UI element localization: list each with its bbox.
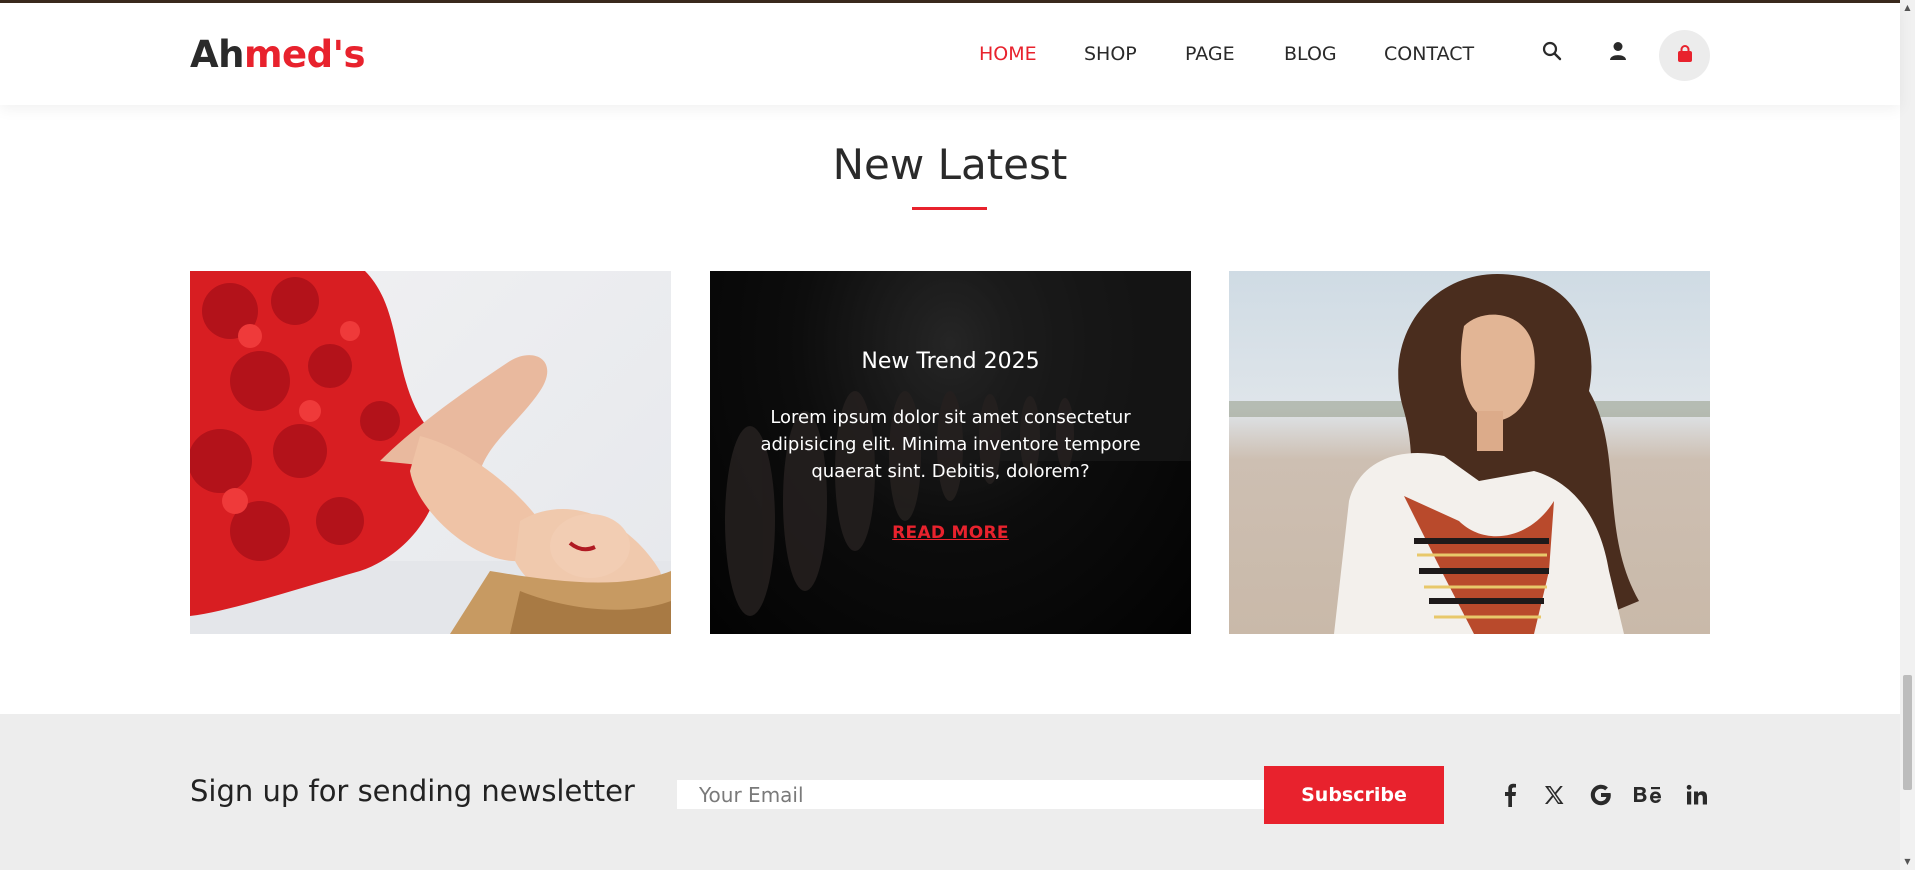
logo-text-dark: Ah: [190, 33, 244, 76]
nav-blog[interactable]: BLOG: [1284, 43, 1337, 65]
cart-button[interactable]: [1659, 30, 1710, 81]
section-title: New Latest: [832, 140, 1068, 189]
blog-card-image-3[interactable]: [1229, 271, 1710, 634]
scroll-up-arrow-icon[interactable]: ▲: [1903, 3, 1912, 12]
read-more-link[interactable]: READ MORE: [892, 523, 1009, 543]
blog-card-featured[interactable]: New Trend 2025 Lorem ipsum dolor sit ame…: [710, 271, 1191, 634]
card-title: New Trend 2025: [861, 349, 1040, 374]
card-excerpt: Lorem ipsum dolor sit amet consectetur a…: [760, 407, 1141, 482]
nav-shop[interactable]: SHOP: [1084, 43, 1137, 65]
page: Ahmed's HOME SHOP PAGE BLOG CONTACT New …: [0, 0, 1915, 870]
logo[interactable]: Ahmed's: [190, 33, 365, 76]
behance-icon[interactable]: [1632, 779, 1664, 811]
facebook-icon[interactable]: [1494, 779, 1526, 811]
nav-page[interactable]: PAGE: [1185, 43, 1235, 65]
user-icon[interactable]: [1602, 35, 1634, 67]
blog-card-image-1[interactable]: [190, 271, 671, 634]
nav-contact[interactable]: CONTACT: [1384, 43, 1474, 65]
site-header: Ahmed's HOME SHOP PAGE BLOG CONTACT: [0, 3, 1900, 105]
scroll-thumb[interactable]: [1903, 675, 1912, 790]
logo-text-red: med's: [243, 33, 365, 76]
google-icon[interactable]: [1585, 779, 1617, 811]
read-more-link-wrapper: READ MORE: [710, 523, 1191, 543]
newsletter-section: Sign up for sending newsletter Subscribe: [0, 714, 1900, 870]
shopping-bag-icon: [1676, 44, 1694, 67]
nav-home[interactable]: HOME: [979, 43, 1037, 65]
fashion-photo-beach: [1229, 273, 1710, 634]
search-icon[interactable]: [1536, 35, 1568, 67]
subscribe-button[interactable]: Subscribe: [1264, 766, 1444, 824]
scroll-down-arrow-icon[interactable]: ▼: [1903, 857, 1912, 866]
linkedin-icon[interactable]: [1681, 779, 1713, 811]
title-underline: [912, 207, 987, 210]
email-input[interactable]: [677, 780, 1264, 809]
newsletter-heading: Sign up for sending newsletter: [190, 774, 635, 808]
card-overlay: New Trend 2025 Lorem ipsum dolor sit ame…: [710, 271, 1191, 634]
x-icon[interactable]: [1538, 779, 1570, 811]
fashion-photo-red-dress: [190, 271, 671, 634]
